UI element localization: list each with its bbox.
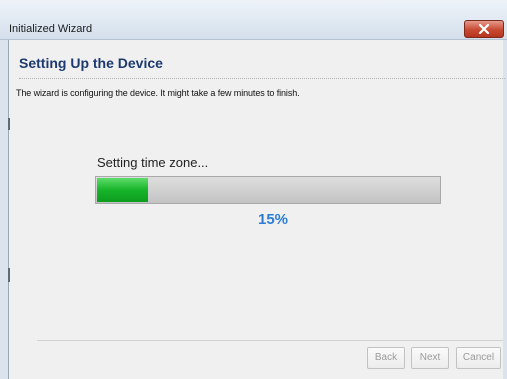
progress-percent: 15% (258, 211, 289, 228)
left-edge-mark (8, 268, 10, 282)
back-button[interactable]: Back (367, 347, 405, 369)
title-bar[interactable]: Initialized Wizard (0, 0, 507, 40)
window-title: Initialized Wizard (9, 23, 93, 35)
heading-divider (19, 78, 505, 79)
progress-bar (95, 176, 441, 204)
wizard-description: The wizard is configuring the device. It… (16, 88, 300, 98)
wizard-window: Initialized Wizard Setting Up the Device… (0, 0, 507, 379)
close-button[interactable] (464, 20, 504, 38)
progress-status-text: Setting time zone... (97, 155, 209, 170)
page-title: Setting Up the Device (19, 55, 163, 71)
close-icon (478, 24, 490, 34)
progress-bar-fill (97, 178, 148, 202)
cancel-button[interactable]: Cancel (456, 347, 501, 369)
next-button[interactable]: Next (411, 347, 449, 369)
footer-divider (37, 340, 503, 341)
left-edge-mark (8, 118, 10, 130)
